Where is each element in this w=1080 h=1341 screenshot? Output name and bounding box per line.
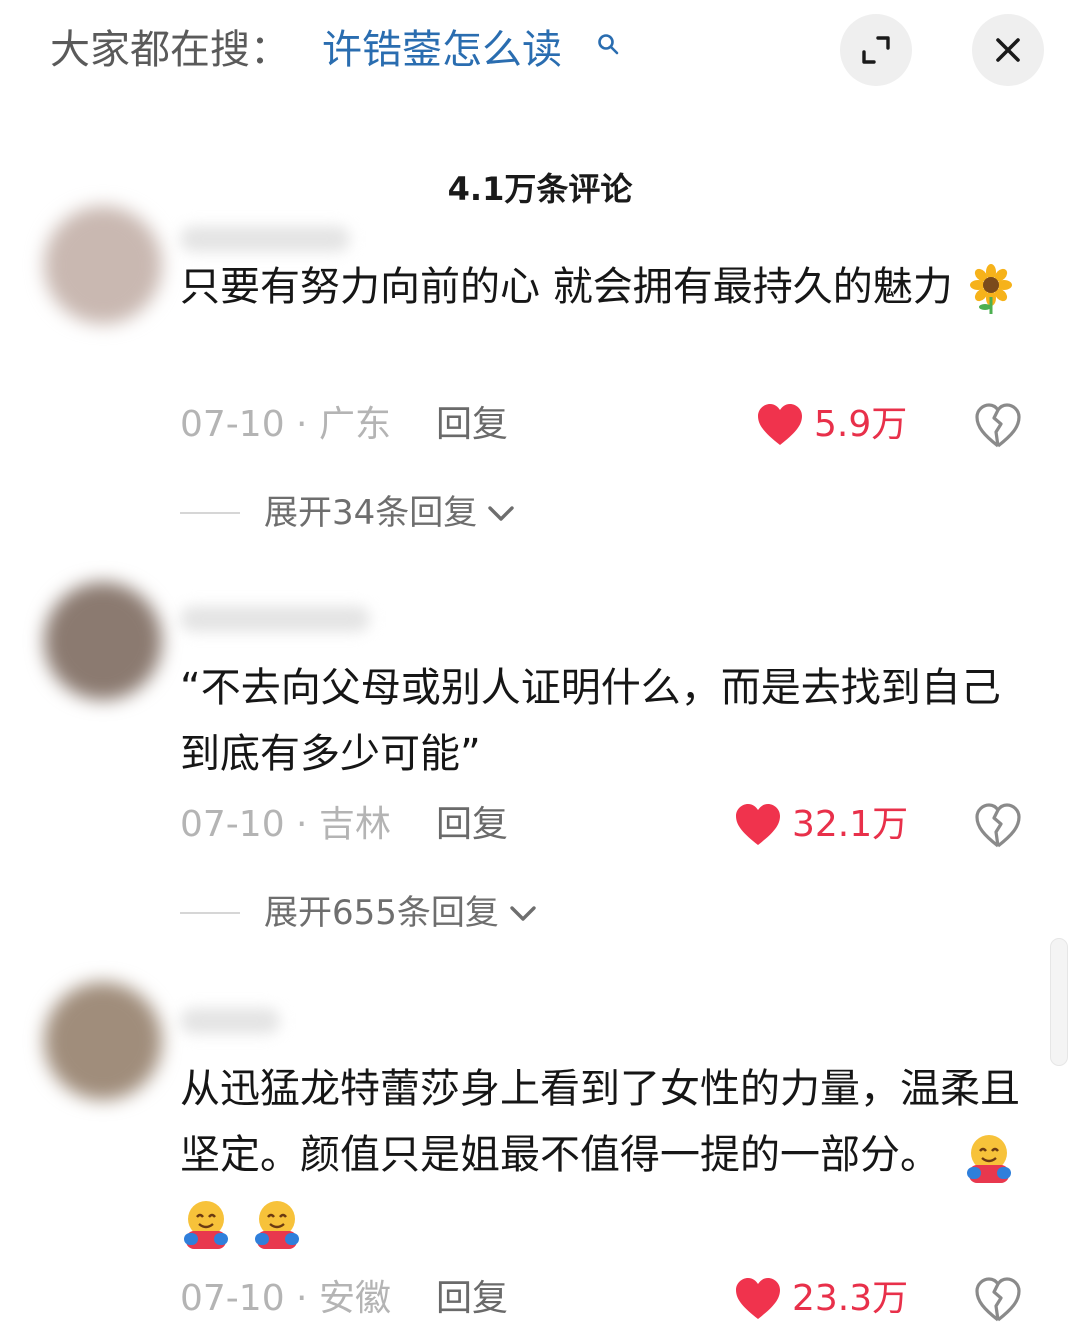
comment-meta: 07-10 · 安徽 bbox=[180, 1278, 391, 1319]
username[interactable] bbox=[180, 1008, 280, 1034]
like-count: 5.9万 bbox=[814, 404, 908, 445]
username[interactable] bbox=[180, 226, 350, 252]
like-button[interactable]: 5.9万 bbox=[756, 400, 907, 450]
comment-count-title: 4.1万条评论 bbox=[447, 170, 633, 208]
heart-icon bbox=[758, 404, 802, 445]
expand-replies-label: 展开655条回复 bbox=[264, 893, 499, 933]
hugging-face-icon bbox=[184, 1201, 228, 1249]
like-button[interactable]: 32.1万 bbox=[734, 800, 908, 850]
heart-icon bbox=[736, 1278, 780, 1319]
close-button[interactable] bbox=[972, 14, 1044, 86]
broken-heart-icon[interactable] bbox=[974, 802, 1022, 850]
close-icon bbox=[996, 38, 1020, 62]
reply-button[interactable]: 回复 bbox=[436, 800, 508, 850]
avatar[interactable] bbox=[44, 206, 162, 324]
divider bbox=[180, 512, 240, 514]
like-count: 23.3万 bbox=[792, 1278, 909, 1319]
search-icon bbox=[598, 34, 619, 55]
expand-icon bbox=[862, 36, 890, 64]
comment-text: “不去向父母或别人证明什么，而是去找到自己到底有多少可能” bbox=[180, 665, 1001, 777]
hugging-face-icon bbox=[966, 1135, 1011, 1183]
like-button[interactable]: 23.3万 bbox=[734, 1274, 908, 1324]
reply-button[interactable]: 回复 bbox=[436, 1274, 508, 1324]
expand-replies-label: 展开34条回复 bbox=[264, 493, 478, 533]
search-suggestion-bar: 大家都在搜： 许锆蓥怎么读 bbox=[0, 0, 1080, 110]
broken-heart-icon[interactable] bbox=[974, 1276, 1022, 1324]
reply-button[interactable]: 回复 bbox=[436, 400, 508, 450]
expand-replies-button[interactable]: 展开655条回复 bbox=[180, 888, 539, 938]
comment-body: 只要有努力向前的心 就会拥有最持久的魅力 bbox=[180, 264, 953, 310]
sunflower-icon bbox=[970, 264, 1013, 314]
username[interactable] bbox=[180, 606, 370, 632]
expand-replies-button[interactable]: 展开34条回复 bbox=[180, 488, 517, 538]
heart-icon bbox=[736, 804, 780, 845]
search-prefix: 大家都在搜： bbox=[50, 27, 290, 73]
like-count: 32.1万 bbox=[792, 804, 909, 845]
hugging-face-icon bbox=[254, 1201, 299, 1249]
avatar[interactable] bbox=[44, 982, 162, 1100]
search-suggestion-link[interactable]: 许锆蓥怎么读 bbox=[322, 22, 562, 78]
broken-heart-icon[interactable] bbox=[974, 402, 1022, 450]
divider bbox=[180, 912, 240, 914]
comment-text: 从迅猛龙特蕾莎身上看到了女性的力量，温柔且坚定。颜值只是姐最不值得一提的一部分。 bbox=[180, 1056, 1030, 1254]
comments-sheet: 大家都在搜： 许锆蓥怎么读 4.1万条评论 只要有努力向前的心 就会拥有最持久的… bbox=[0, 0, 1080, 1341]
expand-button[interactable] bbox=[840, 14, 912, 86]
comment-meta: 07-10 · 吉林 bbox=[180, 804, 391, 845]
avatar[interactable] bbox=[44, 582, 162, 700]
chevron-down-icon bbox=[488, 506, 514, 521]
comment-body: 从迅猛龙特蕾莎身上看到了女性的力量，温柔且坚定。颜值只是姐最不值得一提的一部分。 bbox=[180, 1066, 1020, 1178]
scrollbar[interactable] bbox=[1050, 938, 1068, 1066]
chevron-down-icon bbox=[510, 906, 536, 921]
comment-meta: 07-10 · 广东 bbox=[180, 404, 391, 445]
comment-text: 只要有努力向前的心 就会拥有最持久的魅力 bbox=[180, 254, 1030, 320]
